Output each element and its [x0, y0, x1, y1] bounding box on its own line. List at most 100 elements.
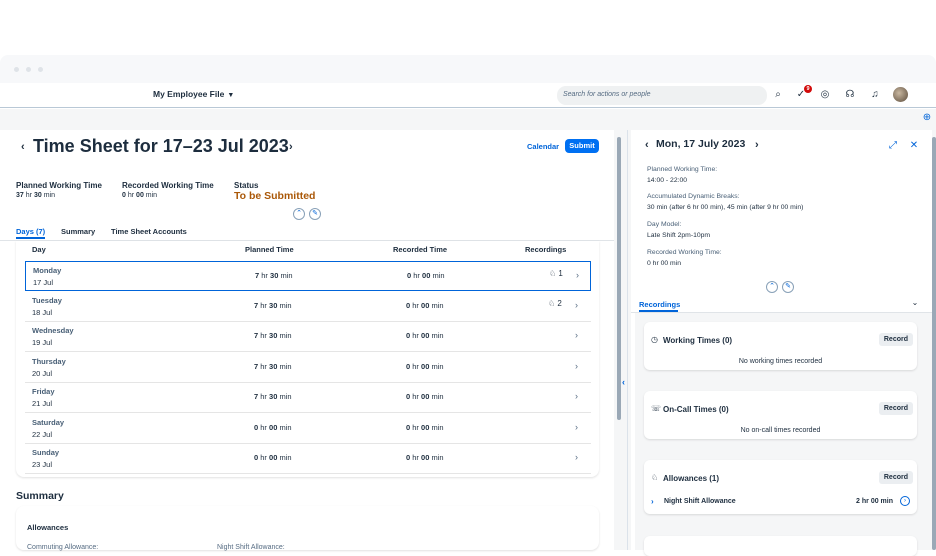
- previous-day-icon[interactable]: ‹: [645, 139, 649, 151]
- row-day: Friday: [32, 387, 55, 396]
- table-row[interactable]: Friday 21 Jul 7 hr 30 min 0 hr 00 min ›: [25, 383, 591, 413]
- row-date: 19 Jul: [32, 338, 53, 347]
- working-times-empty: No working times recorded: [738, 358, 823, 365]
- allowances-title: Allowances (1): [663, 474, 720, 483]
- chevron-right-icon[interactable]: ›: [576, 270, 579, 280]
- window-dot: [14, 67, 19, 72]
- tab-indicator: [16, 237, 45, 239]
- row-planned: 0 hr 00 min: [254, 423, 292, 432]
- previous-week-icon[interactable]: ‹: [21, 141, 25, 153]
- detail-recorded-value: 0 hr 00 min: [647, 260, 682, 267]
- calendar-button[interactable]: Calendar: [527, 142, 559, 151]
- pin-header-icon[interactable]: ✎: [309, 208, 321, 220]
- detail-daymodel-label: Day Model:: [647, 221, 682, 228]
- row-recorded: 0 hr 00 min: [406, 453, 444, 462]
- row-planned: 0 hr 00 min: [254, 453, 292, 462]
- row-planned: 7 hr 30 min: [254, 362, 292, 371]
- window-dot: [26, 67, 31, 72]
- app-title-menu[interactable]: My Employee File ▼: [153, 89, 234, 99]
- row-date: 20 Jul: [32, 369, 53, 378]
- row-planned: 7 hr 30 min: [254, 301, 292, 310]
- tab-days[interactable]: Days (7): [16, 227, 45, 236]
- table-row[interactable]: Tuesday 18 Jul 7 hr 30 min 0 hr 00 min ♘…: [25, 292, 591, 322]
- column-header-day: Day: [32, 245, 46, 254]
- bell-icon[interactable]: ♫: [868, 88, 882, 102]
- collapse-splitter-icon[interactable]: ‹: [622, 377, 625, 387]
- row-recordings: ♘ 2: [548, 299, 562, 308]
- chevron-right-icon[interactable]: ›: [575, 391, 578, 401]
- record-on-call-button[interactable]: Record: [878, 402, 913, 415]
- summary-allowances-heading: Allowances: [27, 523, 69, 532]
- detail-planned-value: 14:00 - 22:00: [647, 177, 688, 184]
- fullscreen-icon[interactable]: ⤢: [886, 139, 900, 153]
- browser-frame: [0, 55, 936, 83]
- allowances-card: ♘ Allowances (1) Record › Night Shift Al…: [644, 460, 917, 514]
- expand-allowance-icon[interactable]: ›: [651, 497, 654, 506]
- record-allowance-button[interactable]: Record: [878, 471, 913, 484]
- detail-scrollbar[interactable]: [932, 137, 936, 550]
- row-recorded: 0 hr 00 min: [406, 362, 444, 371]
- row-date: 17 Jul: [33, 278, 54, 287]
- submit-button[interactable]: Submit: [565, 139, 599, 153]
- table-row[interactable]: Wednesday 19 Jul 7 hr 30 min 0 hr 00 min…: [25, 322, 591, 352]
- chevron-down-icon[interactable]: ⌄: [908, 296, 922, 310]
- chevron-right-icon[interactable]: ›: [575, 422, 578, 432]
- detail-planned-label: Planned Working Time:: [647, 166, 718, 173]
- on-call-times-title: On-Call Times (0): [663, 405, 729, 414]
- detail-breaks-value: 30 min (after 6 hr 00 min), 45 min (afte…: [647, 204, 804, 211]
- row-day: Saturday: [32, 418, 65, 427]
- row-date: 21 Jul: [32, 399, 53, 408]
- allowance-action-icon[interactable]: ›: [900, 496, 910, 506]
- summary-card: Allowances Commuting Allowance: Night Sh…: [16, 506, 599, 551]
- record-working-time-button[interactable]: Record: [878, 333, 913, 346]
- chevron-right-icon[interactable]: ›: [575, 452, 578, 462]
- phone-icon: ☏: [651, 404, 662, 413]
- working-times-title: Working Times (0): [663, 336, 733, 345]
- search-field[interactable]: Search for actions or people: [557, 86, 767, 105]
- row-planned: 7 hr 30 min: [255, 271, 293, 280]
- working-times-card: ◷ Working Times (0) Record No working ti…: [644, 322, 917, 370]
- money-bag-icon: ♘: [651, 473, 659, 482]
- row-planned: 7 hr 30 min: [254, 331, 292, 340]
- search-placeholder: Search for actions or people: [563, 91, 651, 98]
- tab-summary[interactable]: Summary: [61, 227, 95, 236]
- status-label: Status: [234, 181, 259, 190]
- next-week-icon[interactable]: ›: [289, 141, 293, 153]
- splitter[interactable]: [627, 130, 628, 550]
- expand-panel-icon[interactable]: ⊕: [920, 111, 934, 125]
- search-icon[interactable]: ⌕: [771, 88, 785, 102]
- tab-recordings[interactable]: Recordings: [639, 300, 680, 309]
- row-date: 22 Jul: [32, 430, 53, 439]
- table-row[interactable]: Sunday 23 Jul 0 hr 00 min 0 hr 00 min ›: [25, 444, 591, 474]
- clock-icon: ◷: [651, 335, 658, 344]
- avatar[interactable]: [893, 87, 908, 102]
- row-date: 23 Jul: [32, 460, 53, 469]
- tab-time-sheet-accounts[interactable]: Time Sheet Accounts: [111, 227, 187, 236]
- recorded-working-time-label: Recorded Working Time: [122, 181, 214, 190]
- top-margin: [0, 0, 936, 55]
- column-header-planned: Planned Time: [245, 245, 294, 254]
- planned-working-time-label: Planned Working Time: [16, 181, 102, 190]
- next-day-icon[interactable]: ›: [755, 139, 759, 151]
- close-icon[interactable]: ✕: [907, 139, 921, 153]
- chevron-right-icon[interactable]: ›: [575, 330, 578, 340]
- summary-title: Summary: [16, 490, 64, 502]
- detail-daymodel-value: Late Shift 2pm-10pm: [647, 232, 711, 239]
- row-recordings: ♘ 1: [549, 269, 563, 278]
- chevron-right-icon[interactable]: ›: [575, 300, 578, 310]
- detail-recorded-label: Recorded Working Time:: [647, 249, 722, 256]
- row-recorded: 0 hr 00 min: [406, 331, 444, 340]
- table-row[interactable]: Saturday 22 Jul 0 hr 00 min 0 hr 00 min …: [25, 414, 591, 444]
- pin-detail-header-icon[interactable]: ✎: [782, 281, 794, 293]
- collapse-detail-header-icon[interactable]: ⌃: [766, 281, 778, 293]
- scrollbar[interactable]: [617, 137, 621, 420]
- joule-icon[interactable]: ◎: [818, 88, 832, 102]
- allowance-name: Night Shift Allowance: [664, 498, 736, 505]
- table-row[interactable]: Thursday 20 Jul 7 hr 30 min 0 hr 00 min …: [25, 353, 591, 383]
- headset-icon[interactable]: ☊: [843, 88, 857, 102]
- table-row[interactable]: Monday 17 Jul 7 hr 30 min 0 hr 00 min ♘ …: [25, 261, 591, 291]
- detail-breaks-label: Accumulated Dynamic Breaks:: [647, 193, 740, 200]
- chevron-right-icon[interactable]: ›: [575, 361, 578, 371]
- collapse-header-icon[interactable]: ⌃: [293, 208, 305, 220]
- row-day: Tuesday: [32, 296, 62, 305]
